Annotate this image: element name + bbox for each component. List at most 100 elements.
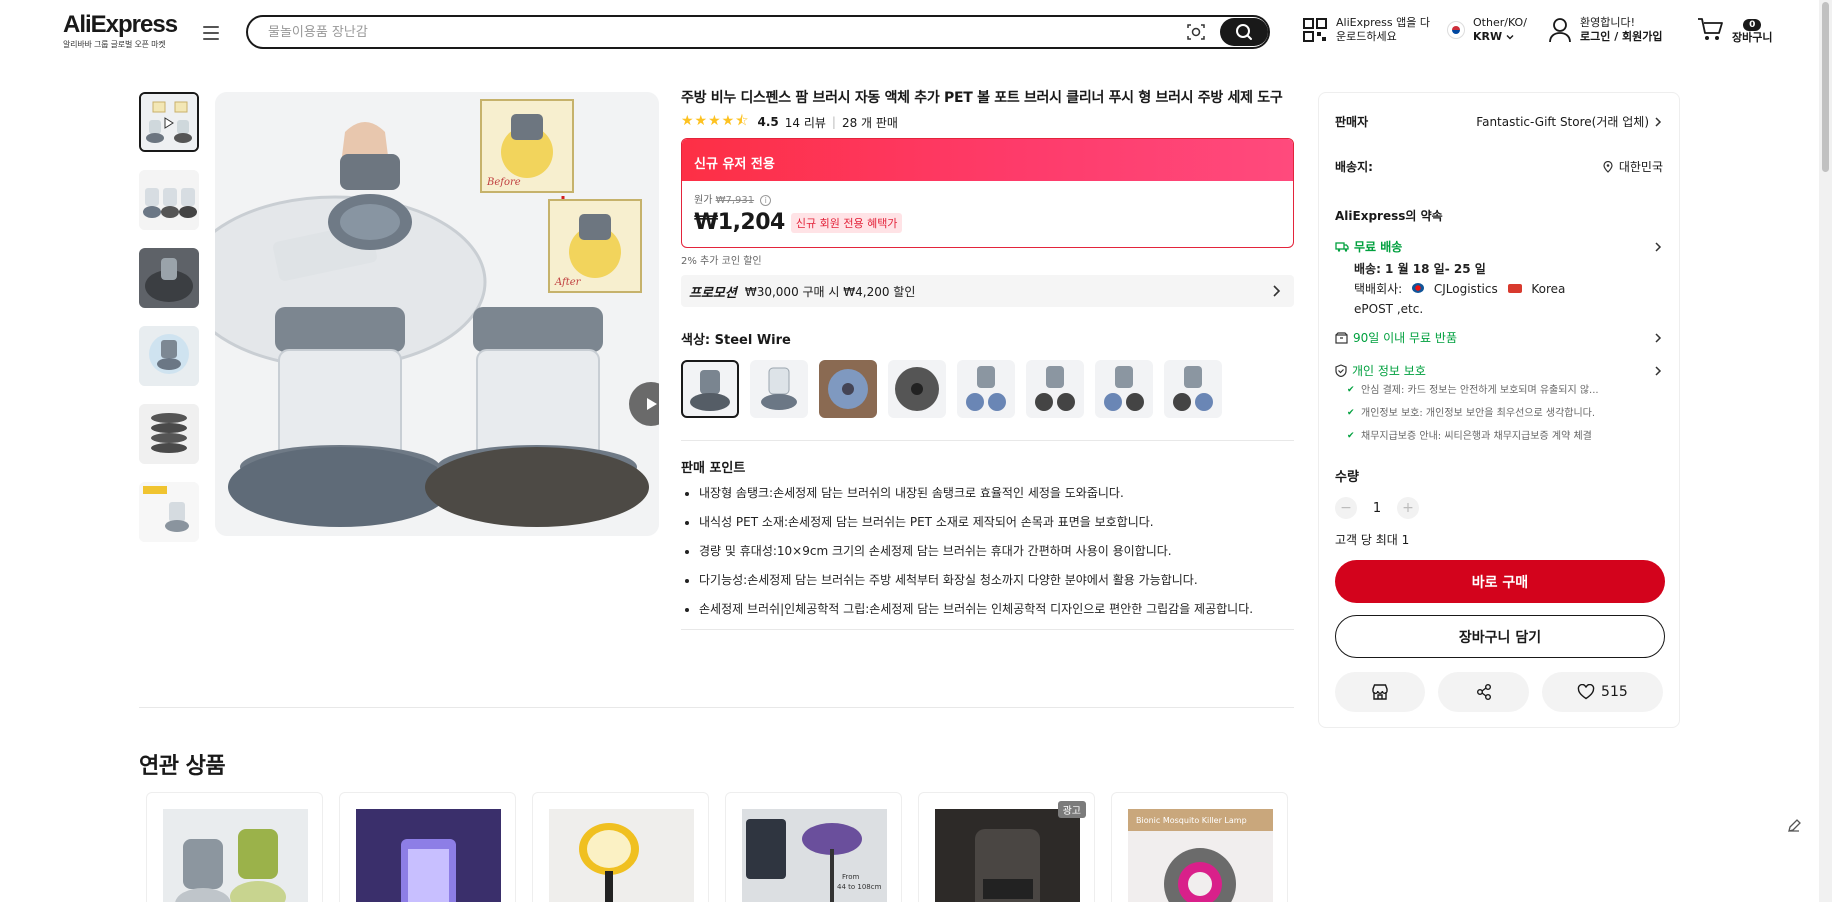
add-to-cart-button[interactable]: 장바구니 담기 bbox=[1335, 615, 1665, 658]
search-bar bbox=[246, 15, 1270, 49]
hamburger-menu-icon[interactable] bbox=[203, 26, 219, 40]
wishlist-button[interactable]: 515 bbox=[1541, 672, 1664, 712]
chevron-down-icon bbox=[1506, 35, 1514, 40]
related-product-card[interactable] bbox=[532, 792, 709, 902]
aliexpress-logo[interactable]: AliExpress 알리바바 그룹 글로벌 오픈 마켓 bbox=[63, 12, 178, 50]
action-buttons: 515 bbox=[1335, 672, 1664, 712]
cj-logo-icon bbox=[1412, 283, 1425, 293]
original-price-label: 원가 bbox=[694, 195, 713, 206]
related-product-card[interactable]: 광고 bbox=[918, 792, 1095, 902]
chevron-right-icon bbox=[1655, 332, 1662, 343]
seller-row[interactable]: 판매자 Fantastic-Gift Store(거래 업체) bbox=[1335, 113, 1663, 130]
ship-to-row[interactable]: 배송지: 대한민국 bbox=[1335, 158, 1663, 175]
swatch-4[interactable] bbox=[888, 360, 946, 418]
search-button[interactable] bbox=[1220, 18, 1268, 46]
play-icon bbox=[647, 398, 657, 410]
seller-name[interactable]: Fantastic-Gift Store(거래 업체) bbox=[1476, 113, 1649, 130]
coin-discount-note: 2% 추가 코인 할인 bbox=[681, 256, 762, 267]
free-shipping-row[interactable]: 무료 배송 bbox=[1335, 238, 1663, 255]
section-divider bbox=[139, 707, 1294, 708]
thumbnail-3[interactable] bbox=[139, 248, 199, 308]
user-icon bbox=[1549, 18, 1571, 43]
rating-value: 4.5 bbox=[757, 115, 779, 129]
edit-feedback-button[interactable] bbox=[1780, 812, 1808, 840]
locale-text: Other/KO/ bbox=[1473, 16, 1527, 29]
product-photo: Before After bbox=[215, 92, 659, 536]
ad-badge: 광고 bbox=[1057, 801, 1086, 818]
cart-icon bbox=[1698, 18, 1723, 40]
privacy-row[interactable]: 개인 정보 보호 bbox=[1335, 362, 1663, 379]
store-button[interactable] bbox=[1335, 672, 1426, 712]
related-product-card[interactable]: Bionic Mosquito Killer Lamp bbox=[1111, 792, 1288, 902]
wishlist-count: 515 bbox=[1601, 684, 1628, 700]
rating-stars-icon: ★★★★⯪ bbox=[681, 113, 750, 129]
related-product-card[interactable] bbox=[339, 792, 516, 902]
related-card-text: 44 to 108cm bbox=[837, 883, 882, 891]
account[interactable]: 환영합니다! 로그인 / 회원가입 bbox=[1548, 16, 1663, 44]
related-product-card[interactable]: From 44 to 108cm bbox=[725, 792, 902, 902]
main-product-image[interactable]: Before After bbox=[215, 92, 659, 536]
review-count[interactable]: 14 리뷰 bbox=[785, 114, 826, 131]
carrier-label: 택배회사: bbox=[1354, 282, 1403, 296]
thumbnail-5[interactable] bbox=[139, 404, 199, 464]
currency-text: KRW bbox=[1473, 30, 1503, 43]
selling-point: 손세정제 브러쉬|인체공학적 그립:손세정제 담는 브러쉬는 인체공학적 디자인… bbox=[699, 600, 1294, 618]
promotion-text: ₩30,000 구매 시 ₩4,200 할인 bbox=[744, 284, 916, 299]
locale-selector[interactable]: Other/KO/ KRW bbox=[1447, 16, 1527, 44]
free-return-row[interactable]: 90일 이내 무료 반품 bbox=[1335, 329, 1663, 346]
related-products-list: From 44 to 108cm 광고 Bionic Mosquito Kille… bbox=[146, 792, 1288, 902]
store-icon bbox=[1372, 684, 1388, 700]
swatch-8[interactable] bbox=[1164, 360, 1222, 418]
privacy-item: 안심 결제: 카드 정보는 안전하게 보호되며 유출되지 않... bbox=[1335, 379, 1663, 402]
swatch-2[interactable] bbox=[750, 360, 808, 418]
info-icon[interactable]: i bbox=[760, 195, 772, 206]
decrease-button[interactable]: − bbox=[1335, 497, 1357, 519]
selling-point: 경량 및 휴대성:10×9cm 크기의 손세정제 담는 브러쉬는 휴대가 간편하… bbox=[699, 542, 1294, 560]
quantity-limit: 고객 당 최대 1 bbox=[1335, 533, 1410, 547]
selling-point: 다기능성:손세정제 담는 브러쉬는 주방 세척부터 화장실 청소까지 다양한 분… bbox=[699, 571, 1294, 589]
quantity-stepper: − 1 + bbox=[1335, 497, 1663, 519]
swatch-5[interactable] bbox=[957, 360, 1015, 418]
swatch-7[interactable] bbox=[1095, 360, 1153, 418]
share-button[interactable] bbox=[1438, 672, 1529, 712]
chevron-right-icon bbox=[1655, 116, 1662, 127]
color-swatches bbox=[681, 360, 1294, 418]
product-info: 주방 비누 디스펜스 팜 브러시 자동 액체 추가 PET 볼 포트 브러시 클… bbox=[681, 88, 1294, 630]
app-download[interactable]: AliExpress 앱을 다 운로드하세요 bbox=[1302, 16, 1430, 44]
original-price-row: 원가 ₩7,931 i bbox=[694, 191, 1281, 206]
increase-button[interactable]: + bbox=[1397, 497, 1419, 519]
cart-count-badge: 0 bbox=[1743, 19, 1762, 31]
thumbnail-video[interactable] bbox=[139, 92, 199, 152]
cart[interactable]: 0 장바구니 bbox=[1696, 16, 1772, 46]
thumbnail-list bbox=[139, 92, 199, 560]
thumbnail-4[interactable] bbox=[139, 326, 199, 386]
promotion-row[interactable]: 프로모션 ₩30,000 구매 시 ₩4,200 할인 bbox=[681, 275, 1294, 307]
scrollbar-thumb[interactable] bbox=[1822, 2, 1829, 172]
heart-icon bbox=[1577, 684, 1595, 700]
ship-to-label: 배송지: bbox=[1335, 160, 1373, 174]
purchase-sidebar: 판매자 Fantastic-Gift Store(거래 업체) 배송지: 대한민… bbox=[1318, 92, 1680, 728]
seller-label: 판매자 bbox=[1335, 115, 1369, 129]
selling-point: 내장형 솜탱크:손세정제 담는 브러쉬의 내장된 솜탱크로 효율적인 세정을 도… bbox=[699, 484, 1294, 502]
product-thumbnail-image bbox=[141, 94, 197, 150]
after-label: After bbox=[554, 277, 582, 288]
carrier-info: 택배회사: CJLogistics Korea bbox=[1335, 279, 1663, 299]
scrollbar[interactable] bbox=[1819, 0, 1832, 902]
sold-count: 28 개 판매 bbox=[841, 115, 898, 130]
swatch-6[interactable] bbox=[1026, 360, 1084, 418]
color-label: 색상: Steel Wire bbox=[681, 333, 791, 348]
app-download-line1: AliExpress 앱을 다 bbox=[1336, 16, 1430, 29]
related-product-card[interactable] bbox=[146, 792, 323, 902]
thumbnail-2[interactable] bbox=[139, 170, 199, 230]
product-thumbnail-image bbox=[139, 170, 199, 230]
swatch-steel-wire[interactable] bbox=[681, 360, 739, 418]
thumbnail-6[interactable] bbox=[139, 482, 199, 542]
swatch-3[interactable] bbox=[819, 360, 877, 418]
image-search-icon[interactable] bbox=[1185, 21, 1207, 43]
login-link[interactable]: 로그인 / 회원가입 bbox=[1580, 30, 1663, 43]
cart-label: 장바구니 bbox=[1732, 31, 1773, 44]
quantity-value[interactable]: 1 bbox=[1357, 501, 1397, 516]
buy-now-button[interactable]: 바로 구매 bbox=[1335, 560, 1665, 603]
search-input[interactable] bbox=[268, 21, 1168, 43]
related-card-text: From bbox=[842, 873, 860, 881]
